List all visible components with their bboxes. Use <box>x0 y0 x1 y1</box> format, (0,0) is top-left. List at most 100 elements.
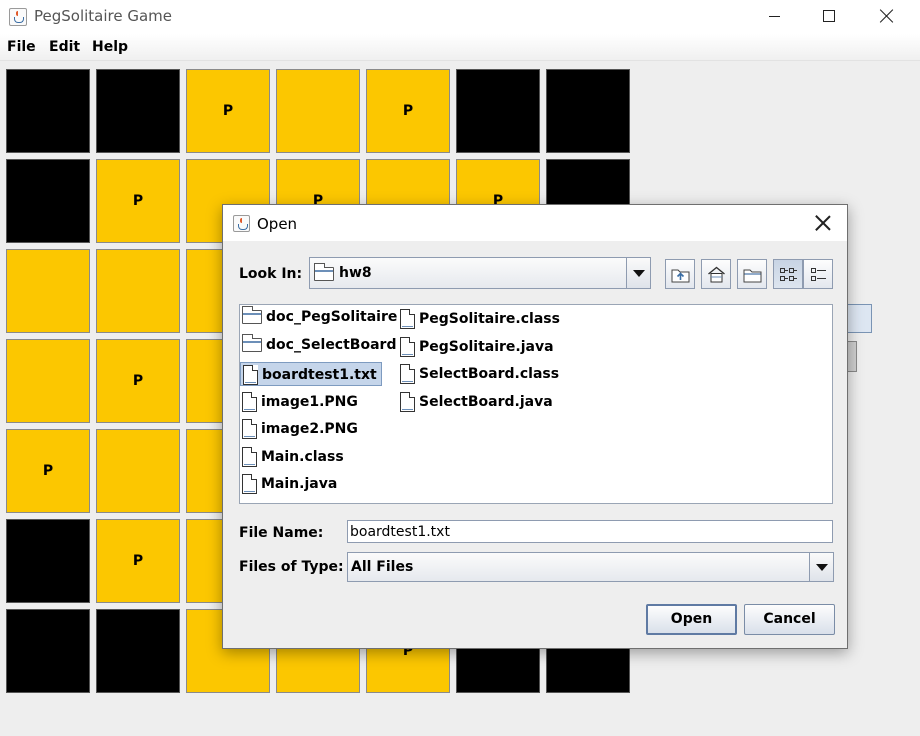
file-name: boardtest1.txt <box>262 367 377 383</box>
file-list-item[interactable]: Main.java <box>240 472 341 496</box>
list-view-button[interactable] <box>773 259 803 289</box>
file-type-label: Files of Type: <box>239 559 344 575</box>
file-name: PegSolitaire.java <box>419 338 554 355</box>
open-dialog: Open Look In: hw8 doc_PegSolitaire doc_S… <box>222 204 848 649</box>
side-button-1[interactable] <box>846 304 872 333</box>
blocked-cell <box>6 519 90 603</box>
menu-help[interactable]: Help <box>92 39 128 55</box>
peg-label: P <box>132 373 144 389</box>
blocked-cell <box>6 609 90 693</box>
file-name: SelectBoard.class <box>419 366 560 382</box>
peg-cell[interactable]: P <box>6 429 90 513</box>
close-icon <box>880 9 894 23</box>
java-app-icon <box>233 215 250 232</box>
details-view-icon <box>811 268 826 281</box>
file-list-item[interactable]: doc_PegSolitaire <box>240 306 401 331</box>
peg-cell[interactable]: P <box>96 339 180 423</box>
file-icon <box>242 391 257 412</box>
file-list-item[interactable]: Main.class <box>240 445 348 469</box>
window-title: PegSolitaire Game <box>34 7 173 25</box>
empty-cell[interactable] <box>96 249 180 333</box>
file-name: PegSolitaire.class <box>419 311 560 327</box>
file-list-item[interactable]: SelectBoard.java <box>398 390 557 414</box>
file-name: doc_SelectBoard <box>266 336 397 353</box>
file-icon <box>400 391 415 412</box>
details-view-button[interactable] <box>803 259 833 289</box>
file-name: doc_PegSolitaire <box>266 309 398 325</box>
chevron-down-icon[interactable] <box>626 258 650 288</box>
file-list-item[interactable]: image2.PNG <box>240 417 362 441</box>
file-list-item[interactable]: boardtest1.txt <box>240 362 382 386</box>
file-icon <box>400 336 415 357</box>
maximize-icon <box>823 10 835 22</box>
folder-icon <box>242 333 262 352</box>
window-titlebar: PegSolitaire Game <box>0 0 920 34</box>
up-one-level-button[interactable] <box>665 259 695 289</box>
file-icon <box>400 364 415 384</box>
file-name: image2.PNG <box>261 421 358 437</box>
peg-cell[interactable]: P <box>96 519 180 603</box>
folder-icon <box>242 306 262 324</box>
file-icon <box>242 474 257 494</box>
file-name: Main.class <box>261 448 344 465</box>
peg-cell[interactable]: P <box>186 69 270 153</box>
file-icon <box>242 419 257 439</box>
menu-bar: File Edit Help <box>0 34 920 61</box>
list-view-icon <box>780 268 797 281</box>
file-type-combobox[interactable]: All Files <box>347 552 834 582</box>
up-one-level-icon <box>671 269 690 283</box>
new-folder-button[interactable] <box>737 259 767 289</box>
look-in-combobox[interactable]: hw8 <box>309 257 651 289</box>
dialog-titlebar: Open <box>223 205 847 241</box>
empty-cell[interactable] <box>6 339 90 423</box>
blocked-cell <box>6 159 90 243</box>
blocked-cell <box>96 69 180 153</box>
blocked-cell <box>546 69 630 153</box>
folder-icon <box>314 263 334 281</box>
dialog-title: Open <box>257 215 298 233</box>
file-icon <box>243 365 258 385</box>
empty-cell[interactable] <box>6 249 90 333</box>
file-icon <box>400 309 415 329</box>
file-list[interactable]: doc_PegSolitaire doc_SelectBoard boardtest… <box>239 304 833 504</box>
file-icon <box>242 446 257 467</box>
look-in-value: hw8 <box>339 265 372 281</box>
home-icon <box>708 266 725 283</box>
file-type-value: All Files <box>351 559 414 575</box>
file-name-input[interactable]: boardtest1.txt <box>347 520 833 543</box>
peg-label: P <box>222 103 234 119</box>
cancel-button[interactable]: Cancel <box>744 604 835 635</box>
peg-cell[interactable]: P <box>96 159 180 243</box>
file-list-item[interactable]: doc_SelectBoard <box>240 333 400 359</box>
file-list-item[interactable]: PegSolitaire.class <box>398 307 564 331</box>
peg-cell[interactable]: P <box>366 69 450 153</box>
file-list-item[interactable]: SelectBoard.class <box>398 362 563 386</box>
maximize-button[interactable] <box>806 0 852 34</box>
menu-file[interactable]: File <box>7 39 36 55</box>
empty-cell[interactable] <box>276 69 360 153</box>
open-button[interactable]: Open <box>646 604 737 635</box>
look-in-label: Look In: <box>239 266 303 282</box>
chevron-down-icon[interactable] <box>809 553 833 581</box>
close-button[interactable] <box>864 0 910 34</box>
empty-cell[interactable] <box>96 429 180 513</box>
minimize-icon <box>769 16 780 17</box>
home-button[interactable] <box>701 259 731 289</box>
file-name: Main.java <box>261 476 338 492</box>
minimize-button[interactable] <box>752 0 798 34</box>
new-folder-icon <box>743 269 762 283</box>
peg-label: P <box>132 553 144 569</box>
file-list-item[interactable]: PegSolitaire.java <box>398 335 558 359</box>
menu-edit[interactable]: Edit <box>49 39 80 55</box>
peg-label: P <box>132 193 144 209</box>
file-name: image1.PNG <box>261 393 358 410</box>
peg-label: P <box>42 463 54 479</box>
java-app-icon <box>9 8 27 26</box>
file-name-label: File Name: <box>239 525 324 541</box>
dialog-close-icon[interactable] <box>815 215 831 231</box>
blocked-cell <box>6 69 90 153</box>
file-name: SelectBoard.java <box>419 393 553 410</box>
blocked-cell <box>96 609 180 693</box>
file-list-item[interactable]: image1.PNG <box>240 390 362 414</box>
peg-label: P <box>402 103 414 119</box>
